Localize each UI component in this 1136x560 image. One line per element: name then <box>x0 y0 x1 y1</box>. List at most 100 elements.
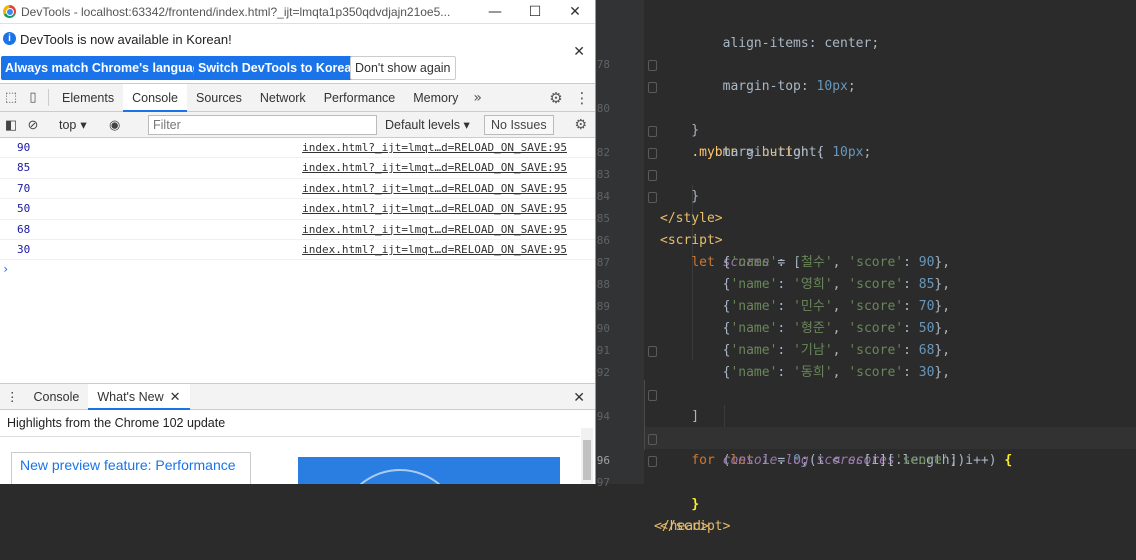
default-levels-select[interactable]: Default levels ▾ <box>385 115 470 135</box>
fold-marker-icon[interactable] <box>648 192 657 203</box>
settings-gear-icon[interactable]: ⚙ <box>543 89 569 107</box>
match-language-button[interactable]: Always match Chrome's language <box>1 56 212 80</box>
caret-down-icon: ▾ <box>80 118 87 132</box>
log-value: 68 <box>17 222 31 236</box>
language-infobar: i DevTools is now available in Korean! ✕… <box>0 24 595 84</box>
fold-marker-icon[interactable] <box>648 148 657 159</box>
dont-show-again-button[interactable]: Don't show again <box>350 56 456 80</box>
code-line: align-items: center; <box>596 0 1136 51</box>
divider <box>0 436 580 437</box>
log-source-link[interactable]: index.html?_ijt=lmqt…d=RELOAD_ON_SAVE:95 <box>302 158 567 178</box>
fold-marker-icon[interactable] <box>648 390 657 401</box>
log-value: 70 <box>17 181 31 195</box>
console-message: 50 index.html?_ijt=lmqt…d=RELOAD_ON_SAVE… <box>0 199 595 220</box>
close-window-icon[interactable]: ✕ <box>555 4 595 20</box>
code-line: 78 margin-top: 10px; <box>596 32 1136 94</box>
fold-marker-icon[interactable] <box>648 170 657 181</box>
fold-marker-icon[interactable] <box>648 126 657 137</box>
code-line: 89 {'name': '형준', 'score': 50}, <box>596 274 1136 336</box>
score-value: 30 <box>918 365 935 380</box>
console-settings-gear-icon[interactable]: ⚙ <box>574 116 587 133</box>
code-line: 80 .mybtn > button { <box>596 76 1136 160</box>
tab-elements[interactable]: Elements <box>53 84 123 111</box>
switch-korean-button[interactable]: Switch DevTools to Korean <box>194 56 363 80</box>
log-source-link[interactable]: index.html?_ijt=lmqt…d=RELOAD_ON_SAVE:95 <box>302 240 567 260</box>
infobar-message: DevTools is now available in Korean! <box>20 32 232 47</box>
log-value: 85 <box>17 161 31 175</box>
context-select[interactable]: top ▾ <box>53 117 93 133</box>
devtools-window: DevTools - localhost:63342/frontend/inde… <box>0 0 596 484</box>
fold-marker-icon[interactable] <box>648 456 657 467</box>
separator <box>48 89 49 106</box>
log-source-link[interactable]: index.html?_ijt=lmqt…d=RELOAD_ON_SAVE:95 <box>302 199 567 219</box>
log-value: 50 <box>17 202 31 216</box>
tab-memory[interactable]: Memory <box>404 84 467 111</box>
tab-performance[interactable]: Performance <box>315 84 405 111</box>
score-name: 동희 <box>800 365 825 380</box>
console-prompt-icon[interactable]: › <box>2 262 9 276</box>
console-filterbar: ◧ ⊘ top ▾ ◉ Filter Default levels ▾ No I… <box>0 112 595 138</box>
infobar-close-icon[interactable]: ✕ <box>573 44 585 60</box>
devtools-tabbar: ⬚ ▯ Elements Console Sources Network Per… <box>0 84 595 112</box>
code-editor[interactable]: align-items: center; 78 margin-top: 10px… <box>596 0 1136 534</box>
console-message: 30 index.html?_ijt=lmqt…d=RELOAD_ON_SAVE… <box>0 240 595 261</box>
log-source-link[interactable]: index.html?_ijt=lmqt…d=RELOAD_ON_SAVE:95 <box>302 220 567 240</box>
chrome-logo-icon <box>3 5 16 18</box>
drawer-tab-console[interactable]: Console <box>25 384 89 409</box>
feature-card[interactable]: New preview feature: Performance <box>11 452 251 484</box>
drawer-tab-whats-new[interactable]: What's New ✕ <box>88 384 190 410</box>
minimize-icon[interactable]: — <box>475 4 515 20</box>
more-tabs-icon[interactable]: » <box>467 84 488 111</box>
no-issues-button[interactable]: No Issues <box>484 115 554 135</box>
panel-scrollbar[interactable] <box>581 428 593 484</box>
code-line: 88 {'name': '민수', 'score': 70}, <box>596 252 1136 314</box>
tab-console[interactable]: Console <box>123 84 187 112</box>
kebab-menu-icon[interactable]: ⋮ <box>569 89 595 107</box>
scrollbar-thumb[interactable] <box>583 440 591 480</box>
tab-sources[interactable]: Sources <box>187 84 251 111</box>
console-output: 90 index.html?_ijt=lmqt…d=RELOAD_ON_SAVE… <box>0 138 595 382</box>
device-toolbar-icon[interactable]: ▯ <box>22 84 44 111</box>
log-source-link[interactable]: index.html?_ijt=lmqt…d=RELOAD_ON_SAVE:95 <box>302 138 567 158</box>
console-message: 68 index.html?_ijt=lmqt…d=RELOAD_ON_SAVE… <box>0 220 595 240</box>
whats-new-panel: Highlights from the Chrome 102 update Ne… <box>0 410 595 484</box>
code-line: } <box>596 54 1136 138</box>
clear-console-icon[interactable]: ⊘ <box>22 117 44 133</box>
feature-link[interactable]: New preview feature: Performance <box>20 457 236 473</box>
inspect-element-icon[interactable]: ⬚ <box>0 84 22 111</box>
log-source-link[interactable]: index.html?_ijt=lmqt…d=RELOAD_ON_SAVE:95 <box>302 179 567 199</box>
code-text: } <box>691 497 700 512</box>
maximize-icon[interactable]: ☐ <box>515 4 555 20</box>
fold-marker-icon[interactable] <box>648 346 657 357</box>
fold-marker-icon[interactable] <box>648 434 657 445</box>
whats-new-heading: Highlights from the Chrome 102 update <box>7 416 226 430</box>
code-line: 94 for (let i = 0; i < scores.length; i+… <box>596 384 1136 468</box>
code-line: console.log(scores[i]['score']) <box>596 406 1136 468</box>
code-text: </head> <box>654 519 709 534</box>
tabbar-right: ⚙ ⋮ <box>534 84 595 112</box>
info-icon: i <box>3 32 16 45</box>
code-line: 85 let scores = [ <box>596 186 1136 270</box>
code-line: margin-right: 10px; <box>596 98 1136 160</box>
caret-down-icon: ▾ <box>463 118 470 132</box>
fold-marker-icon[interactable] <box>648 82 657 93</box>
log-value: 30 <box>17 242 31 256</box>
log-value: 90 <box>17 141 31 154</box>
drawer-close-icon[interactable]: ✕ <box>573 389 585 406</box>
code-text: {'name': '동희', 'score': 30}, <box>660 365 951 380</box>
tab-network[interactable]: Network <box>251 84 315 111</box>
code-line: 96 } <box>596 428 1136 512</box>
close-tab-icon[interactable]: ✕ <box>170 389 181 405</box>
code-line: 90 {'name': '기남', 'score': 68}, <box>596 296 1136 358</box>
sidebar-toggle-icon[interactable]: ◧ <box>0 117 22 133</box>
filter-input[interactable]: Filter <box>148 115 377 135</box>
eye-icon[interactable]: ◉ <box>102 117 128 133</box>
drawer-menu-icon[interactable]: ⋮ <box>0 384 25 409</box>
code-line: 86 {'name': '철수', 'score': 90}, <box>596 208 1136 270</box>
drawer-tab-label: What's New <box>97 389 164 404</box>
feature-banner-image <box>298 457 560 484</box>
title-bar: DevTools - localhost:63342/frontend/inde… <box>0 0 595 24</box>
levels-label: Default levels <box>385 118 461 132</box>
code-line: </head> <box>596 472 1136 534</box>
fold-marker-icon[interactable] <box>648 60 657 71</box>
